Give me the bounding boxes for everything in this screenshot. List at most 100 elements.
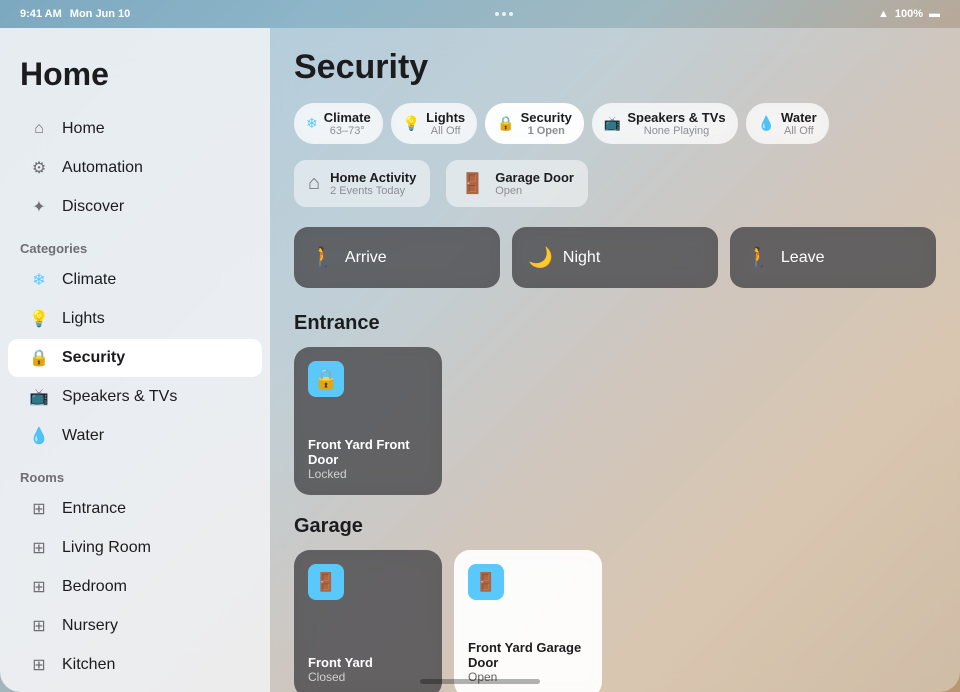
tab-climate-icon: ❄	[306, 115, 318, 132]
nav-kitchen-label: Kitchen	[62, 656, 115, 674]
garage-door-title: Garage Door	[495, 170, 574, 185]
garage-door-icon: 🚪	[460, 171, 485, 196]
home-indicator	[420, 679, 540, 684]
entrance-room-icon: ⊞	[28, 498, 50, 520]
sidebar-nav-item-livingroom[interactable]: ⊞ Living Room	[8, 529, 262, 567]
nav-climate-label: Climate	[62, 271, 116, 289]
sidebar-nav-item-entrance[interactable]: ⊞ Entrance	[8, 490, 262, 528]
home-activity-title: Home Activity	[330, 170, 416, 185]
page-title: Security	[294, 48, 936, 87]
device-card-front-yard[interactable]: 🚪 Front Yard Closed	[294, 550, 442, 692]
sidebar-title: Home	[0, 48, 270, 109]
device-card-front-garage-door[interactable]: 🚪 Front Yard Garage Door Open	[454, 550, 602, 692]
scene-leave-button[interactable]: 🚶 Leave	[730, 227, 936, 288]
sidebar-nav-item-automation[interactable]: ⚙ Automation	[8, 149, 262, 187]
wifi-icon: ▲	[878, 8, 889, 20]
nav-water-label: Water	[62, 427, 104, 445]
discover-icon: ✦	[28, 196, 50, 218]
nav-livingroom-label: Living Room	[62, 539, 151, 557]
arrive-label: Arrive	[345, 249, 387, 267]
tab-lights-subtitle: All Off	[426, 125, 465, 137]
tab-lights[interactable]: 💡 Lights All Off	[391, 103, 477, 144]
kitchen-icon: ⊞	[28, 654, 50, 676]
sidebar-nav-item-security[interactable]: 🔒 Security	[8, 339, 262, 377]
garage-section-header: Garage	[294, 515, 936, 538]
home-activity-icon: ⌂	[308, 172, 320, 195]
tab-security[interactable]: 🔒 Security 1 Open	[485, 103, 584, 144]
night-label: Night	[563, 249, 600, 267]
arrive-icon: 🚶	[310, 245, 335, 270]
sidebar-nav-item-nursery[interactable]: ⊞ Nursery	[8, 607, 262, 645]
main-content: Security ❄ Climate 63–73° 💡 Lights All O…	[270, 28, 960, 692]
leave-icon: 🚶	[746, 245, 771, 270]
dot-2	[502, 12, 506, 16]
bedroom-icon: ⊞	[28, 576, 50, 598]
dot-1	[495, 12, 499, 16]
climate-icon: ❄	[28, 269, 50, 291]
front-garage-door-icon: 🚪	[468, 564, 504, 600]
sidebar-nav-item-water[interactable]: 💧 Water	[8, 417, 262, 455]
automation-icon: ⚙	[28, 157, 50, 179]
security-icon: 🔒	[28, 347, 50, 369]
battery-level: 100%	[895, 8, 923, 20]
sidebar-nav-item-discover[interactable]: ✦ Discover	[8, 188, 262, 226]
sidebar: Home ⌂ Home ⚙ Automation ✦ Discover Cate…	[0, 28, 270, 692]
tab-speakers-subtitle: None Playing	[627, 125, 725, 137]
scene-night-button[interactable]: 🌙 Night	[512, 227, 718, 288]
rooms-label: Rooms	[0, 456, 270, 489]
nav-automation-label: Automation	[62, 159, 143, 177]
tab-climate-subtitle: 63–73°	[324, 125, 371, 137]
front-yard-name: Front Yard	[308, 655, 428, 670]
tab-security-name: Security	[521, 110, 572, 125]
app-container: Home ⌂ Home ⚙ Automation ✦ Discover Cate…	[0, 28, 960, 692]
tab-water-icon: 💧	[758, 115, 775, 132]
night-icon: 🌙	[528, 245, 553, 270]
status-bar: 9:41 AM Mon Jun 10 ▲ 100% ▬	[0, 0, 960, 28]
sidebar-nav-item-speakers[interactable]: 📺 Speakers & TVs	[8, 378, 262, 416]
sidebar-nav-item-kitchen[interactable]: ⊞ Kitchen	[8, 646, 262, 684]
livingroom-icon: ⊞	[28, 537, 50, 559]
water-icon: 💧	[28, 425, 50, 447]
tab-climate-name: Climate	[324, 110, 371, 125]
entrance-section-header: Entrance	[294, 312, 936, 335]
front-door-icon: 🔒	[308, 361, 344, 397]
nav-discover-label: Discover	[62, 198, 124, 216]
sidebar-nav-item-bedroom[interactable]: ⊞ Bedroom	[8, 568, 262, 606]
garage-door-subtitle: Open	[495, 185, 574, 197]
home-activity-subtitle: 2 Events Today	[330, 185, 416, 197]
info-card-garage-door[interactable]: 🚪 Garage Door Open	[446, 160, 588, 207]
nav-bedroom-label: Bedroom	[62, 578, 127, 596]
status-date: Mon Jun 10	[70, 8, 131, 20]
garage-device-grid: 🚪 Front Yard Closed 🚪 Front Yard Garage …	[294, 550, 936, 692]
entrance-device-grid: 🔒 Front Yard Front Door Locked	[294, 347, 936, 495]
tab-security-subtitle: 1 Open	[521, 125, 572, 137]
sidebar-nav-item-lights[interactable]: 💡 Lights	[8, 300, 262, 338]
scene-arrive-button[interactable]: 🚶 Arrive	[294, 227, 500, 288]
scene-row: 🚶 Arrive 🌙 Night 🚶 Leave	[294, 227, 936, 288]
status-time: 9:41 AM	[20, 8, 62, 20]
device-card-front-door[interactable]: 🔒 Front Yard Front Door Locked	[294, 347, 442, 495]
speakers-icon: 📺	[28, 386, 50, 408]
tab-water[interactable]: 💧 Water All Off	[746, 103, 829, 144]
tab-water-name: Water	[781, 110, 817, 125]
front-yard-status: Closed	[308, 670, 428, 684]
tab-lights-icon: 💡	[403, 115, 420, 132]
category-tabs: ❄ Climate 63–73° 💡 Lights All Off 🔒 Secu…	[294, 103, 936, 144]
sidebar-nav-item-home[interactable]: ⌂ Home	[8, 110, 262, 148]
info-card-home-activity[interactable]: ⌂ Home Activity 2 Events Today	[294, 160, 430, 207]
nav-security-label: Security	[62, 349, 125, 367]
info-row: ⌂ Home Activity 2 Events Today 🚪 Garage …	[294, 160, 936, 207]
tab-speakers[interactable]: 📺 Speakers & TVs None Playing	[592, 103, 738, 144]
home-icon: ⌂	[28, 118, 50, 140]
nav-home-label: Home	[62, 120, 105, 138]
front-door-name: Front Yard Front Door	[308, 437, 428, 467]
tab-lights-name: Lights	[426, 110, 465, 125]
front-garage-door-name: Front Yard Garage Door	[468, 640, 588, 670]
tab-speakers-name: Speakers & TVs	[627, 110, 725, 125]
sidebar-nav-item-climate[interactable]: ❄ Climate	[8, 261, 262, 299]
nursery-icon: ⊞	[28, 615, 50, 637]
dot-3	[509, 12, 513, 16]
nav-speakers-label: Speakers & TVs	[62, 388, 177, 406]
tab-climate[interactable]: ❄ Climate 63–73°	[294, 103, 383, 144]
tab-security-icon: 🔒	[497, 115, 514, 132]
